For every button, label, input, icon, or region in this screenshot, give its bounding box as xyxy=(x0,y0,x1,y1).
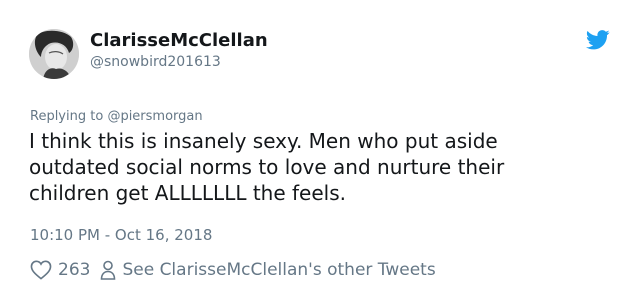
avatar-photo xyxy=(29,29,79,79)
heart-icon xyxy=(30,260,52,280)
reply-context: Replying to @piersmorgan xyxy=(30,109,203,125)
see-other-tweets-link[interactable]: See ClarisseMcClellan's other Tweets xyxy=(100,260,436,280)
tweet-text-line: children get ALLLLLLL the feels. xyxy=(29,181,347,205)
avatar[interactable] xyxy=(29,29,79,79)
like-button[interactable]: 263 xyxy=(30,260,90,280)
person-icon xyxy=(101,260,116,280)
author-handle[interactable]: @snowbird201613 xyxy=(90,54,221,70)
tweet-text: I think this is insanely sexy. Men who p… xyxy=(29,128,614,206)
tweet-text-line: I think this is insanely sexy. Men who p… xyxy=(29,129,498,153)
reply-prefix: Replying to xyxy=(30,109,108,124)
embedded-tweet: ClarisseMcClellan @snowbird201613 Replyi… xyxy=(0,0,640,308)
see-other-tweets-label: See ClarisseMcClellan's other Tweets xyxy=(122,260,436,280)
tweet-actions: 263 See ClarisseMcClellan's other Tweets xyxy=(30,258,436,282)
author-display-name[interactable]: ClarisseMcClellan xyxy=(90,31,268,51)
like-count: 263 xyxy=(58,260,91,280)
reply-mention-link[interactable]: @piersmorgan xyxy=(107,109,202,124)
tweet-text-line: outdated social norms to love and nurtur… xyxy=(29,155,505,179)
tweet-timestamp[interactable]: 10:10 PM - Oct 16, 2018 xyxy=(30,226,212,244)
twitter-bird-icon[interactable] xyxy=(585,29,610,51)
